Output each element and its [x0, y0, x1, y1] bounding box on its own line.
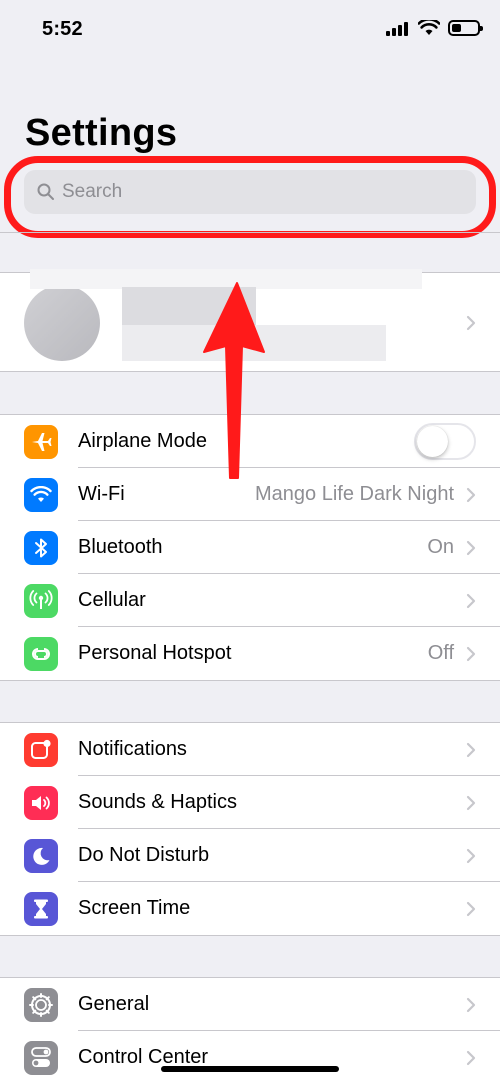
status-icons	[386, 20, 483, 36]
search-icon	[37, 183, 54, 200]
notifications-group: Notifications Sounds & Haptics Do Not Di…	[0, 722, 500, 936]
settings-row-screen-time[interactable]: Screen Time	[0, 882, 500, 935]
gear-icon	[24, 988, 58, 1022]
row-label: Notifications	[78, 738, 187, 760]
blurred-name	[30, 269, 422, 289]
row-label: Bluetooth	[78, 536, 163, 558]
chevron-right-icon	[466, 487, 476, 502]
blurred-subtitle	[122, 325, 386, 361]
moon-icon	[24, 839, 58, 873]
wifi-signal-icon	[418, 20, 440, 35]
avatar	[24, 285, 100, 361]
chevron-right-icon	[466, 540, 476, 555]
settings-row-control-center[interactable]: Control Center	[0, 1031, 500, 1082]
notifications-icon	[24, 733, 58, 767]
search-placeholder: Search	[62, 181, 123, 202]
chevron-right-icon	[466, 646, 476, 661]
apple-id-profile-row[interactable]	[0, 269, 500, 372]
wifi-icon	[24, 478, 58, 512]
row-label: Wi-Fi	[78, 483, 125, 505]
row-label: Sounds & Haptics	[78, 791, 237, 813]
home-indicator[interactable]	[161, 1066, 339, 1072]
settings-row-do-not-disturb[interactable]: Do Not Disturb	[0, 829, 500, 882]
toggles-icon	[24, 1041, 58, 1075]
chevron-right-icon	[466, 997, 476, 1012]
row-label: Do Not Disturb	[78, 844, 210, 866]
settings-row-wifi[interactable]: Wi-Fi Mango Life Dark Night	[0, 468, 500, 521]
cellular-signal-icon	[386, 20, 410, 36]
row-label: General	[78, 993, 150, 1015]
airplane-icon	[24, 425, 58, 459]
chevron-right-icon	[466, 315, 476, 331]
cellular-icon	[24, 584, 58, 618]
divider	[0, 232, 500, 233]
chevron-right-icon	[466, 901, 476, 916]
row-label: Cellular	[78, 589, 146, 611]
settings-row-personal-hotspot[interactable]: Personal Hotspot Off	[0, 627, 500, 680]
hotspot-status-value: Off	[427, 642, 454, 664]
chevron-right-icon	[466, 795, 476, 810]
sounds-icon	[24, 786, 58, 820]
row-label: Airplane Mode	[78, 430, 207, 452]
settings-row-airplane-mode[interactable]: Airplane Mode	[0, 415, 500, 468]
connectivity-group: Airplane Mode Wi-Fi Mango Life Dark Nigh…	[0, 414, 500, 681]
settings-row-notifications[interactable]: Notifications	[0, 723, 500, 776]
bluetooth-icon	[24, 531, 58, 565]
settings-row-sounds-haptics[interactable]: Sounds & Haptics	[0, 776, 500, 829]
hotspot-icon	[24, 637, 58, 671]
row-label: Screen Time	[78, 897, 191, 919]
status-time: 5:52	[42, 18, 83, 40]
settings-row-bluetooth[interactable]: Bluetooth On	[0, 521, 500, 574]
row-label: Personal Hotspot	[78, 642, 232, 664]
chevron-right-icon	[466, 848, 476, 863]
hourglass-icon	[24, 892, 58, 926]
page-title: Settings	[25, 112, 178, 154]
bluetooth-status-value: On	[427, 536, 454, 558]
status-bar: 5:52	[0, 0, 500, 60]
search-input[interactable]: Search	[24, 170, 476, 214]
toggle-knob	[417, 426, 448, 457]
battery-icon	[448, 20, 483, 36]
airplane-mode-toggle[interactable]	[414, 423, 476, 460]
chevron-right-icon	[466, 742, 476, 757]
wifi-network-value: Mango Life Dark Night	[255, 483, 454, 505]
chevron-right-icon	[466, 593, 476, 608]
chevron-right-icon	[466, 1050, 476, 1065]
settings-row-cellular[interactable]: Cellular	[0, 574, 500, 627]
blurred-name	[122, 287, 256, 325]
settings-row-general[interactable]: General	[0, 978, 500, 1031]
